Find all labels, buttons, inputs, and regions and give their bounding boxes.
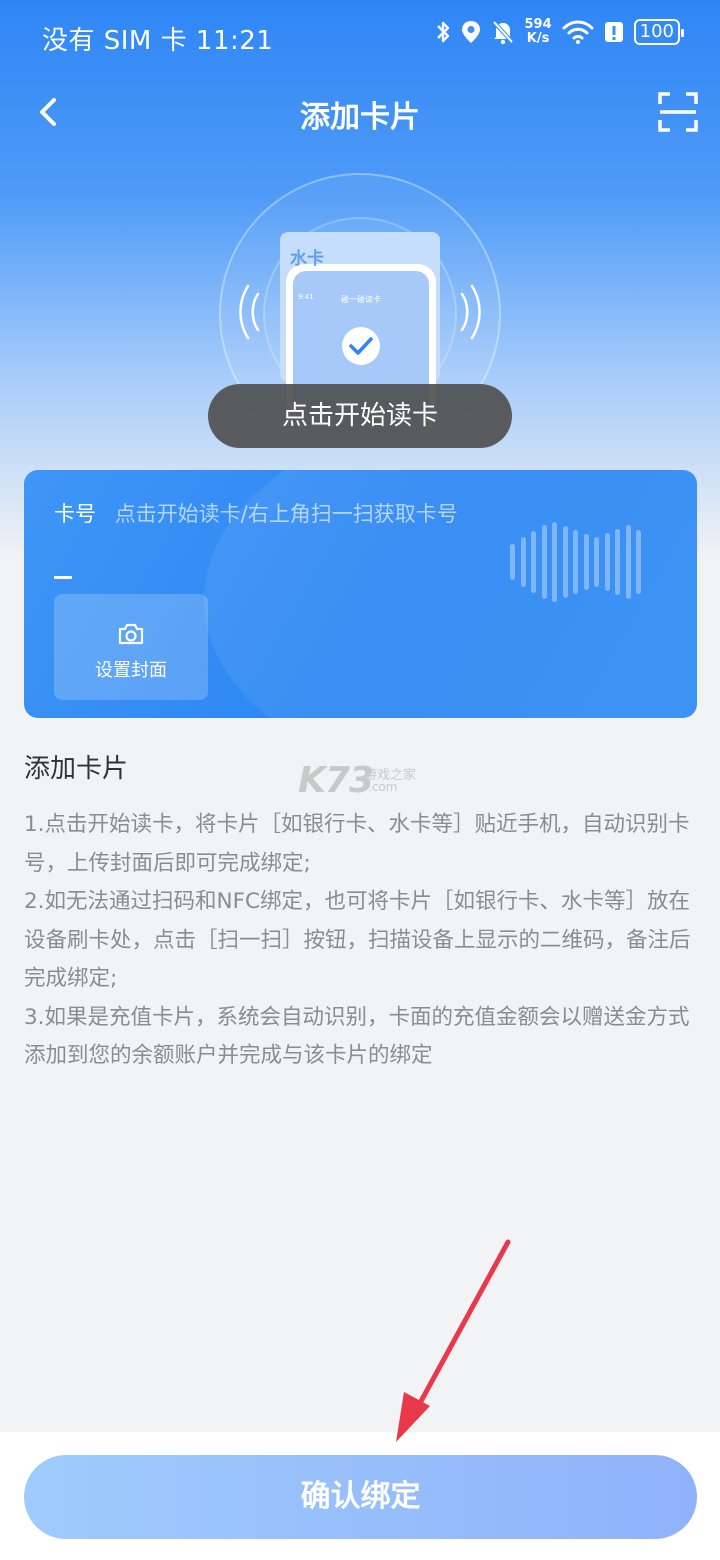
watermark: K73 游戏之家 .com — [298, 760, 416, 801]
wave-bar — [573, 530, 578, 594]
wave-bar — [510, 544, 515, 580]
wave-bar — [541, 525, 547, 599]
instructions-list: 1.点击开始读卡，将卡片［如银行卡、水卡等］贴近手机，自动识别卡号，上传封面后即… — [24, 806, 700, 1076]
wave-bar — [520, 537, 526, 587]
scan-icon — [658, 92, 698, 132]
camera-icon — [118, 623, 144, 645]
carrier-time: 没有 SIM 卡 11:21 — [42, 26, 274, 56]
mute-bell-icon — [492, 20, 513, 45]
illustration-card-label: 水卡 — [290, 249, 324, 269]
start-read-toast[interactable]: 点击开始读卡 — [208, 384, 512, 448]
wave-bar — [594, 537, 599, 587]
wave-bar — [615, 529, 620, 595]
wave-bar — [531, 531, 536, 593]
set-cover-button[interactable]: 设置封面 — [54, 594, 208, 700]
battery-indicator: 100 — [633, 19, 685, 45]
instruction-item: 1.点击开始读卡，将卡片［如银行卡、水卡等］贴近手机，自动识别卡号，上传封面后即… — [24, 812, 690, 876]
bluetooth-icon — [436, 21, 449, 43]
card-preview: 卡号 点击开始读卡/右上角扫一扫获取卡号 设置封面 — [24, 470, 697, 718]
wave-bar — [625, 525, 631, 599]
confirm-bind-button[interactable]: 确认绑定 — [24, 1455, 697, 1539]
illustration-phone-title: 碰一碰读卡 — [341, 295, 381, 304]
wave-bar — [552, 522, 557, 602]
card-number-label: 卡号 — [54, 502, 96, 526]
alert-icon — [604, 22, 623, 42]
page-title: 添加卡片 — [300, 100, 420, 135]
card-number-placeholder — [54, 576, 72, 579]
nav-bar: 添加卡片 — [0, 80, 720, 144]
scan-button[interactable] — [656, 90, 700, 134]
wave-bar — [636, 530, 641, 594]
wifi-icon — [562, 20, 594, 44]
wave-bar — [583, 534, 589, 590]
card-number-row: 卡号 点击开始读卡/右上角扫一扫获取卡号 — [54, 498, 458, 528]
location-icon — [461, 21, 480, 43]
set-cover-label: 设置封面 — [95, 660, 167, 681]
instruction-item: 2.如无法通过扫码和NFC绑定，也可将卡片［如银行卡、水卡等］放在设备刷卡处，点… — [24, 889, 691, 991]
status-bar: 没有 SIM 卡 11:21 594 K/s 100 — [0, 0, 720, 72]
watermark-logo: K73 — [298, 760, 374, 801]
wave-bar — [604, 533, 610, 591]
red-arrow-annotation — [396, 1239, 511, 1442]
card-number-hint: 点击开始读卡/右上角扫一扫获取卡号 — [114, 502, 458, 526]
instruction-item: 3.如果是充值卡片，系统会自动识别，卡面的充值金额会以赠送金方式添加到您的余额账… — [24, 1004, 690, 1069]
net-speed: 594 K/s — [524, 17, 552, 46]
instructions-title: 添加卡片 — [24, 754, 129, 784]
wave-bar — [562, 526, 568, 598]
watermark-domain: .com — [368, 780, 398, 794]
sound-wave-decoration — [510, 522, 648, 602]
